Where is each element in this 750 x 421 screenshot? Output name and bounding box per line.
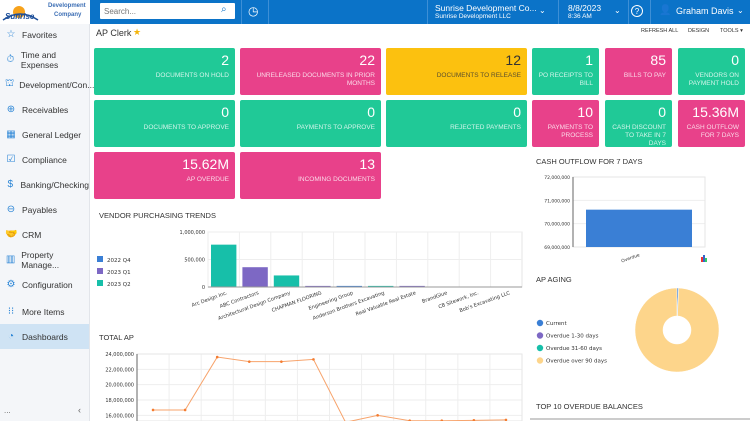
legend-label: 2022 Q4 (107, 258, 131, 264)
legend-swatch (536, 344, 544, 352)
x-tick-label: Real Valuable Real Estate (355, 290, 417, 317)
y-tick-label: 71,000,000 (544, 198, 570, 204)
legend-swatch (536, 332, 544, 339)
legend-swatch (97, 280, 103, 286)
legend-label: Current (546, 321, 568, 327)
data-point (151, 408, 155, 412)
y-tick-label: 0 (202, 285, 205, 291)
data-point (183, 408, 187, 412)
data-point (280, 360, 283, 363)
legend-label: 2023 Q1 (107, 270, 131, 276)
bar (242, 267, 268, 287)
y-tick-label: 24,000,000 (105, 352, 134, 358)
y-tick-label: 16,000,000 (105, 413, 134, 419)
data-point (247, 360, 251, 363)
legend-swatch (97, 256, 103, 262)
dashboard-charts: 0500,0001,000,000Arc Design Inc.ABC Cont… (97, 175, 750, 421)
legend-swatch (536, 319, 544, 327)
legend-swatch (97, 268, 103, 274)
data-point (312, 358, 315, 361)
chart-type-icon (703, 255, 705, 262)
chart-type-icon (701, 257, 703, 262)
y-tick-label: 18,000,000 (105, 398, 134, 404)
pie-slice (634, 287, 720, 373)
chart-type-icon (705, 258, 707, 262)
y-tick-label: 20,000,000 (105, 383, 134, 389)
legend-label: Overdue over 90 days (546, 359, 607, 365)
bar (586, 209, 692, 247)
x-tick-label: Overdue (621, 252, 641, 264)
legend-label: 2023 Q2 (107, 282, 131, 288)
y-tick-label: 1,000,000 (180, 230, 205, 236)
y-tick-label: 22,000,000 (105, 367, 134, 373)
bar (211, 244, 237, 287)
data-point (376, 414, 379, 417)
legend-label: Overdue 31-60 days (546, 346, 602, 352)
y-tick-label: 500,000 (184, 258, 205, 264)
bar (273, 275, 300, 287)
y-tick-label: 69,000,000 (544, 245, 570, 251)
legend-label: Overdue 1-30 days (546, 334, 599, 340)
y-tick-label: 70,000,000 (544, 222, 570, 228)
y-tick-label: 72,000,000 (544, 175, 570, 181)
data-point (215, 355, 219, 359)
legend-swatch (536, 357, 544, 364)
